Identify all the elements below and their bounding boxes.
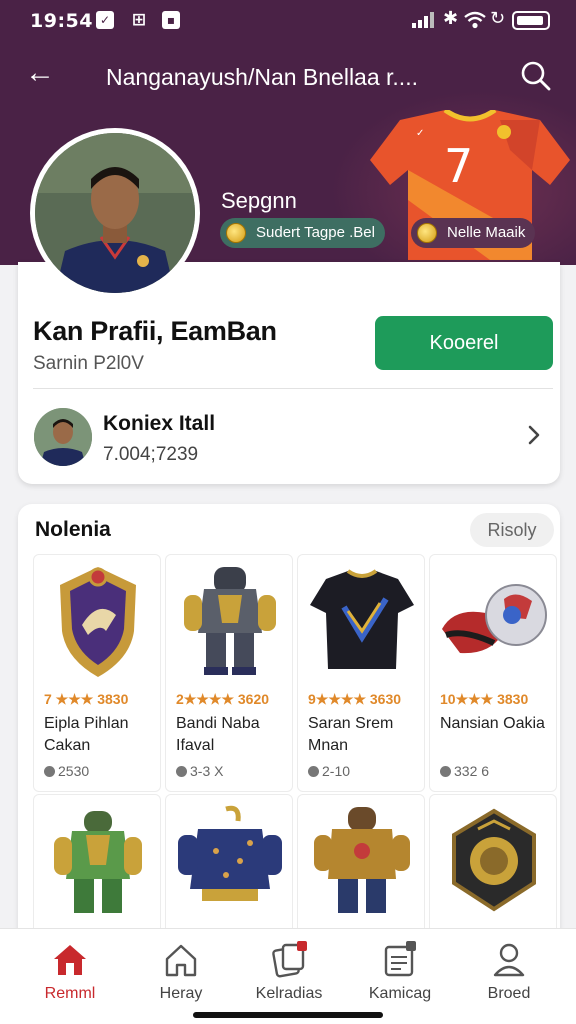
banner-username: Sepgnn [221, 188, 297, 213]
green-suit-icon [54, 811, 142, 913]
stat-chip-right-label: Nelle Maaik [447, 224, 526, 241]
nav-tab-heray[interactable]: Heray [131, 939, 231, 1009]
status-time: 19:54 [30, 10, 93, 32]
item-name: Saran Srem Mnan [308, 715, 394, 754]
cards-icon [272, 941, 307, 978]
coin-icon [417, 223, 437, 243]
nav-tab-kelradias[interactable]: Kelradias [239, 939, 339, 1009]
avatar [35, 133, 195, 293]
nav-label: Broed [487, 985, 531, 1002]
coin-icon [44, 766, 55, 777]
avatar-ring[interactable] [30, 128, 200, 298]
medal-shield-icon [452, 808, 536, 912]
chevron-right-icon[interactable] [521, 422, 547, 448]
profile-subtitle: Sarnin P2l0V [33, 353, 144, 374]
jersey-icon [310, 569, 414, 669]
calendar-icon [384, 941, 416, 977]
friend-avatar[interactable] [34, 408, 92, 466]
stat-chip-left[interactable]: Sudert Tagpe .Bel [220, 218, 385, 248]
house-outline-icon [165, 944, 197, 977]
item-price: 332 6 [440, 763, 489, 779]
item-card[interactable]: 2★★★★ 3620 Bandi Naba Ifaval 3-3 X [165, 554, 293, 792]
jersey-number: 7 [444, 139, 473, 193]
item-name: Bandi Naba Ifaval [176, 715, 260, 754]
profile-icon [493, 943, 525, 977]
home-indicator[interactable] [193, 1012, 383, 1018]
item-card[interactable]: 9★★★★ 3630 Saran Srem Mnan 2-10 [297, 554, 425, 792]
item-price-value: 2530 [58, 763, 90, 779]
item-rating: 10★★★ 3830 [440, 691, 529, 707]
nav-label: Kelradias [255, 985, 323, 1002]
item-card[interactable]: 10★★★ 3830 Nansian Oakia 332 6 [429, 554, 557, 792]
profile-name: Kan Prafii, EamBan [33, 316, 277, 346]
nav-label: Heray [159, 985, 203, 1002]
status-bar: 19:54 ✓ ⊞ ▪ ✱ ↻ [0, 0, 576, 42]
follow-button[interactable]: Kooerel [375, 316, 553, 370]
search-icon[interactable] [518, 58, 554, 94]
player-portrait [35, 133, 195, 293]
friend-name: Koniex Itall [103, 412, 216, 435]
bluetooth-icon: ✱ [443, 8, 459, 29]
home-icon [54, 945, 86, 975]
gold-suit-icon [314, 807, 410, 913]
items-title: Nolenia [35, 518, 111, 541]
armor-suit-icon [184, 567, 276, 675]
crest-badge-icon [60, 567, 136, 677]
divider [33, 388, 553, 389]
nav-tab-kamicag[interactable]: Kamicag [350, 939, 450, 1009]
notification-app-icon: ▪ [162, 11, 180, 29]
coin-icon [226, 223, 246, 243]
battery-icon [512, 11, 550, 30]
item-rating: 7 ★★★ 3830 [44, 691, 129, 707]
message-icon: ✓ [96, 11, 114, 29]
back-arrow-icon[interactable]: ← [22, 56, 58, 92]
item-rating: 2★★★★ 3620 [176, 691, 270, 707]
item-price: 2530 [44, 763, 89, 779]
stat-chip-right[interactable]: Nelle Maaik [411, 218, 536, 248]
item-name: Eipla Pihlan Cakan [44, 715, 129, 754]
item-price: 3-3 X [176, 763, 223, 779]
friend-portrait [34, 408, 92, 466]
football-boot-icon [442, 584, 547, 654]
nav-tab-home[interactable]: Remml [20, 939, 120, 1009]
item-rating: 9★★★★ 3630 [308, 691, 402, 707]
bottom-navigation: Remml Heray Kelradias Kamicag Broed [0, 928, 576, 1024]
wifi-icon [464, 11, 486, 29]
grid-app-icon: ⊞ [131, 10, 147, 30]
nav-label: Kamicag [368, 985, 432, 1002]
item-card[interactable]: 7 ★★★ 3830 Eipla Pihlan Cakan 2530 [33, 554, 161, 792]
coin-icon [440, 766, 451, 777]
item-price-value: 2-10 [322, 763, 351, 779]
filter-button[interactable]: Risoly [470, 513, 554, 547]
item-price-value: 3-3 X [190, 763, 224, 779]
svg-text:✓: ✓ [416, 128, 424, 139]
stat-chip-left-label: Sudert Tagpe .Bel [256, 224, 375, 241]
coin-icon [176, 766, 187, 777]
signal-icon [412, 12, 434, 28]
nav-tab-profile[interactable]: Broed [459, 939, 559, 1009]
friend-subtitle: 7.004;7239 [103, 444, 199, 465]
nav-label: Remml [44, 985, 96, 1002]
page-title: Nanganayush/Nan Bnellaa r.... [106, 64, 418, 90]
item-price: 2-10 [308, 763, 350, 779]
item-price-value: 332 6 [454, 763, 490, 779]
coin-icon [308, 766, 319, 777]
sync-icon: ↻ [490, 8, 506, 29]
blue-jacket-icon [178, 805, 282, 901]
item-name: Nansian Oakia [440, 715, 545, 732]
